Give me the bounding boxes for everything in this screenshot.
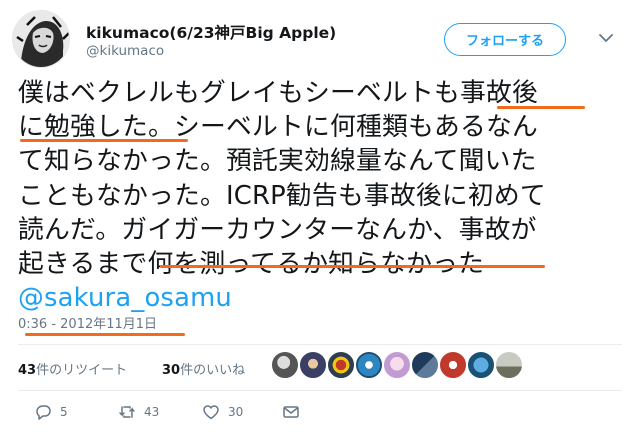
liker-avatar[interactable] xyxy=(326,350,356,380)
liker-avatar[interactable] xyxy=(298,350,328,380)
user-avatar-icon[interactable] xyxy=(12,10,70,68)
tweet-line: 読んだ。ガイガーカウンターなんか、事故が xyxy=(18,214,537,245)
divider xyxy=(18,344,622,345)
mention-link[interactable]: @sakura_osamu xyxy=(18,281,626,315)
retweets-count: 43 xyxy=(18,363,37,378)
user-handle[interactable]: @kikumaco xyxy=(86,43,164,59)
liker-avatar[interactable] xyxy=(410,350,440,380)
liker-avatar[interactable] xyxy=(438,350,468,380)
retweets-stat[interactable]: 43件のリツイート xyxy=(18,359,127,378)
chevron-down-icon[interactable] xyxy=(596,28,616,48)
divider xyxy=(18,390,622,391)
reply-count: 5 xyxy=(60,405,68,419)
liker-avatar[interactable] xyxy=(270,350,300,380)
display-name[interactable]: kikumaco(6/23神戸Big Apple) xyxy=(86,21,336,43)
like-count: 30 xyxy=(228,405,244,419)
retweet-icon xyxy=(118,403,136,421)
highlight-underline xyxy=(497,106,585,109)
tweet-line: こともなかった。ICRP勧告も事故後に初めて xyxy=(18,180,546,211)
liker-avatar[interactable] xyxy=(466,350,496,380)
likes-stat[interactable]: 30件のいいね xyxy=(162,359,245,378)
tweet-actions: 5 43 30 xyxy=(34,398,334,426)
highlight-underline xyxy=(20,139,188,142)
follow-button[interactable]: フォローする xyxy=(444,23,566,56)
highlight-underline xyxy=(160,265,545,268)
tweet-timestamp[interactable]: 0:36 - 2012年11月1日 xyxy=(18,313,157,332)
tweet-line: て知らなかった。預託実効線量なんて聞いた xyxy=(18,146,537,177)
liker-avatar[interactable] xyxy=(382,350,412,380)
reply-icon xyxy=(34,403,52,421)
like-button[interactable]: 30 xyxy=(202,398,243,426)
liker-avatar[interactable] xyxy=(494,350,524,380)
tweet-header: kikumaco(6/23神戸Big Apple) @kikumaco フォロー… xyxy=(12,10,625,68)
tweet-text: 僕はベクレルもグレイもシーベルトも事故後 に勉強した。シーベルトに何種類もあるな… xyxy=(18,76,626,315)
likes-count: 30 xyxy=(162,363,181,378)
reply-button[interactable]: 5 xyxy=(34,398,68,426)
retweet-button[interactable]: 43 xyxy=(118,398,159,426)
highlight-underline xyxy=(25,333,185,336)
envelope-icon xyxy=(282,403,300,421)
likes-label: 件のいいね xyxy=(180,363,246,378)
retweet-count: 43 xyxy=(144,405,160,419)
retweets-label: 件のリツイート xyxy=(36,363,128,378)
dm-button[interactable] xyxy=(282,398,300,426)
liker-avatar[interactable] xyxy=(354,350,384,380)
heart-icon xyxy=(202,403,220,421)
engagement-stats: 43件のリツイート 30件のいいね xyxy=(18,350,622,388)
